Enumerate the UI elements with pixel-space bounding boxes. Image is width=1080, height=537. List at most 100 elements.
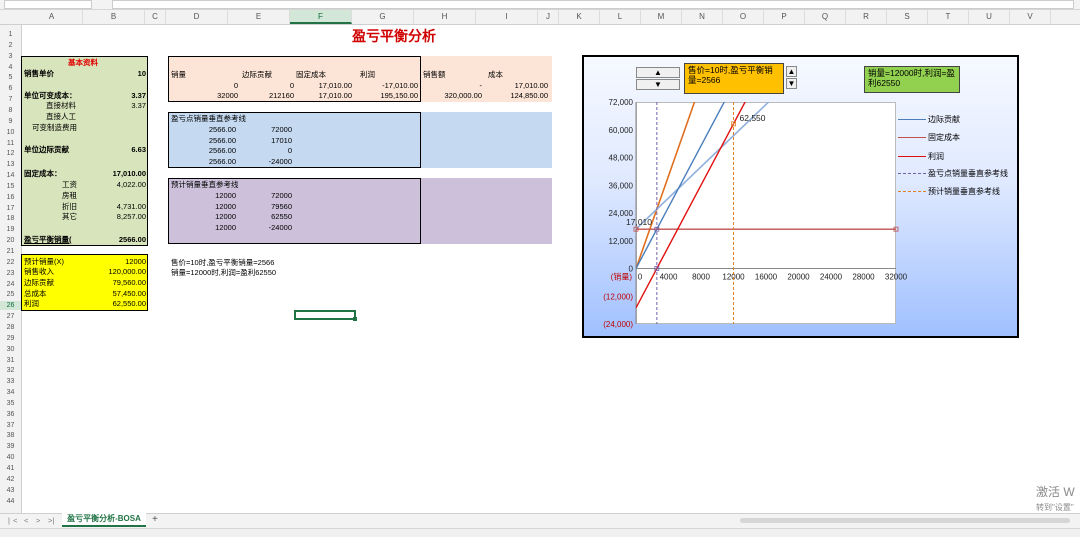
column-header-I[interactable]: I (476, 10, 538, 24)
column-header-D[interactable]: D (166, 10, 228, 24)
tab-nav-next[interactable]: > (36, 516, 40, 525)
row-header-36[interactable]: 36 (0, 410, 21, 419)
column-header-K[interactable]: K (559, 10, 600, 24)
row-header-9[interactable]: 9 (0, 117, 21, 126)
sales-header-margin: 边际贡献 (242, 70, 272, 79)
row-header-19[interactable]: 19 (0, 225, 21, 234)
row-header-6[interactable]: 6 (0, 84, 21, 93)
column-header-A[interactable]: A (21, 10, 83, 24)
column-header-J[interactable]: J (538, 10, 559, 24)
tab-nav-first[interactable]: |< (8, 516, 20, 525)
row-header-30[interactable]: 30 (0, 345, 21, 354)
row-header-16[interactable]: 16 (0, 193, 21, 202)
row-header-22[interactable]: 22 (0, 258, 21, 267)
column-header-H[interactable]: H (414, 10, 476, 24)
other-value[interactable]: 8,257.00 (96, 212, 146, 221)
row-header-41[interactable]: 41 (0, 464, 21, 473)
direct-mat-value[interactable]: 3.37 (100, 101, 146, 110)
column-header-T[interactable]: T (928, 10, 969, 24)
x-tick-label: 32000 (885, 273, 908, 282)
sales-r2-margin: 212160 (268, 91, 294, 100)
add-sheet-button[interactable]: + (152, 515, 158, 525)
column-header-O[interactable]: O (723, 10, 764, 24)
row-header-33[interactable]: 33 (0, 377, 21, 386)
row-header-2[interactable]: 2 (0, 41, 21, 50)
row-header-37[interactable]: 37 (0, 421, 21, 430)
column-header-E[interactable]: E (228, 10, 290, 24)
fixed-label: 固定成本： (24, 169, 62, 178)
x-tick-label: 20000 (787, 273, 810, 282)
row-header-18[interactable]: 18 (0, 214, 21, 223)
horizontal-scrollbar[interactable] (740, 518, 1070, 523)
pred-ref-ext (421, 178, 552, 244)
row-header-8[interactable]: 8 (0, 106, 21, 115)
price-value[interactable]: 10 (100, 69, 146, 78)
row-header-31[interactable]: 31 (0, 356, 21, 365)
sheet-tab-active[interactable]: 盈亏平衡分析-BOSA (62, 513, 146, 527)
row-header-28[interactable]: 28 (0, 323, 21, 332)
active-cell[interactable] (294, 310, 357, 321)
depr-value[interactable]: 4,731.00 (96, 202, 146, 211)
row-header-7[interactable]: 7 (0, 95, 21, 104)
row-header-25[interactable]: 25 (0, 290, 21, 299)
forecast-margin-value: 79,560.00 (112, 278, 146, 287)
row-header-15[interactable]: 15 (0, 182, 21, 191)
forecast-qty-value[interactable]: 12000 (96, 257, 146, 266)
wage-value[interactable]: 4,022.00 (96, 180, 146, 189)
column-header-C[interactable]: C (145, 10, 166, 24)
sales-r1-margin: 0 (289, 81, 294, 90)
row-header-3[interactable]: 3 (0, 52, 21, 61)
row-header-43[interactable]: 43 (0, 486, 21, 495)
row-header-42[interactable]: 42 (0, 475, 21, 484)
column-header-S[interactable]: S (887, 10, 928, 24)
column-header-V[interactable]: V (1010, 10, 1051, 24)
name-box[interactable] (4, 0, 92, 9)
legend-swatch-profit (898, 156, 926, 157)
row-header-32[interactable]: 32 (0, 366, 21, 375)
row-header-12[interactable]: 12 (0, 149, 21, 158)
row-header-24[interactable]: 24 (0, 280, 21, 289)
column-header-G[interactable]: G (352, 10, 414, 24)
row-header-34[interactable]: 34 (0, 388, 21, 397)
fixed-value: 17,010.00 (112, 169, 146, 178)
row-header-39[interactable]: 39 (0, 442, 21, 451)
tab-nav-prev[interactable]: < (24, 516, 28, 525)
row-header-4[interactable]: 4 (0, 63, 21, 72)
column-header-M[interactable]: M (641, 10, 682, 24)
row-header-23[interactable]: 23 (0, 269, 21, 278)
row-header-10[interactable]: 10 (0, 128, 21, 137)
sales-header-cost: 成本 (488, 70, 503, 79)
row-header-17[interactable]: 17 (0, 204, 21, 213)
row-header-21[interactable]: 21 (0, 247, 21, 256)
row-header-35[interactable]: 35 (0, 399, 21, 408)
legend-item-fixed: 固定成本 (898, 133, 960, 142)
legend-swatch-fixed (898, 137, 926, 138)
row-header-5[interactable]: 5 (0, 73, 21, 82)
formula-input[interactable] (112, 0, 1074, 9)
row-header-14[interactable]: 14 (0, 171, 21, 180)
direct-labor-label: 直接人工 (46, 112, 76, 121)
x-tick-label: 24000 (820, 273, 843, 282)
legend-swatch-margin (898, 119, 926, 120)
row-header-11[interactable]: 11 (0, 139, 21, 148)
column-header-L[interactable]: L (600, 10, 641, 24)
column-header-F[interactable]: F (290, 10, 352, 24)
column-header-P[interactable]: P (764, 10, 805, 24)
row-header-1[interactable]: 1 (0, 30, 21, 39)
column-header-N[interactable]: N (682, 10, 723, 24)
column-header-U[interactable]: U (969, 10, 1010, 24)
pred-ref-r3-x: 12000 (215, 212, 236, 221)
row-header-38[interactable]: 38 (0, 431, 21, 440)
column-header-B[interactable]: B (83, 10, 145, 24)
tab-nav-last[interactable]: >| (48, 516, 54, 525)
row-header-27[interactable]: 27 (0, 312, 21, 321)
column-header-R[interactable]: R (846, 10, 887, 24)
row-header-13[interactable]: 13 (0, 160, 21, 169)
row-header-26[interactable]: 26 (0, 301, 21, 311)
x-tick-label: 8000 (692, 273, 710, 282)
column-header-Q[interactable]: Q (805, 10, 846, 24)
row-header-20[interactable]: 20 (0, 236, 21, 245)
row-header-40[interactable]: 40 (0, 453, 21, 462)
row-header-29[interactable]: 29 (0, 334, 21, 343)
row-header-44[interactable]: 44 (0, 497, 21, 506)
